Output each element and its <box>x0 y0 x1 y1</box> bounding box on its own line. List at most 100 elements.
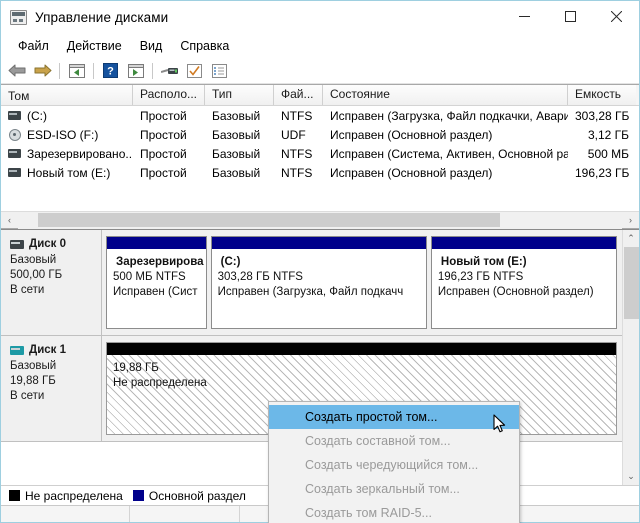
partition-block[interactable]: Зарезервирова 500 МБ NTFS Исправен (Сист <box>106 236 207 329</box>
legend-swatch-unallocated <box>9 490 20 501</box>
table-row[interactable]: Новый том (E:) Простой Базовый NTFS Испр… <box>1 163 639 182</box>
partition-size-fs: 19,88 ГБ <box>113 362 159 374</box>
volume-label: Новый том (E:) <box>27 165 111 180</box>
disk-icon <box>10 346 24 355</box>
capacity-cell: 303,28 ГБ <box>575 108 630 123</box>
vertical-scroll-thumb[interactable] <box>623 247 639 319</box>
volume-list-panel: Том Располо... Тип Фай... Состояние Емко… <box>1 84 639 229</box>
partition-status: Исправен (Основной раздел) <box>437 286 594 298</box>
disk-management-window: Управление дисками Файл Действие Вид Спр… <box>0 0 640 523</box>
volume-table-header: Том Располо... Тип Фай... Состояние Емко… <box>1 85 639 106</box>
menu-bar: Файл Действие Вид Справка <box>1 33 639 58</box>
close-button[interactable] <box>593 1 639 32</box>
disk-state: В сети <box>10 390 45 402</box>
legend-primary-partition: Основной раздел <box>132 489 246 503</box>
partition-status: Исправен (Загрузка, Файл подкачч <box>217 286 404 298</box>
disk-type: Базовый <box>10 360 57 372</box>
column-capacity[interactable]: Емкость <box>568 85 636 105</box>
drive-icon <box>8 168 21 177</box>
disk-type: Базовый <box>10 254 57 266</box>
rescan-disks-icon[interactable] <box>157 60 182 82</box>
partition-size-fs: 196,23 ГБ NTFS <box>437 271 524 283</box>
legend-label-unallocated: Не распределена <box>25 488 123 503</box>
column-type[interactable]: Тип <box>205 85 274 105</box>
status-cell: Исправен (Загрузка, Файл подкачки, Авари… <box>330 108 568 123</box>
column-filesystem[interactable]: Фай... <box>274 85 323 105</box>
disk-info-1[interactable]: Диск 1 Базовый 19,88 ГБ В сети <box>1 336 102 442</box>
maximize-button[interactable] <box>547 1 593 32</box>
menu-action[interactable]: Действие <box>58 36 131 56</box>
filesystem-cell: NTFS <box>281 108 313 123</box>
horizontal-scrollbar[interactable]: ‹ › <box>1 211 639 229</box>
layout-cell: Простой <box>140 165 187 180</box>
horizontal-scroll-track[interactable] <box>18 211 622 229</box>
menu-help[interactable]: Справка <box>171 36 238 56</box>
volume-cell: (C:) <box>1 109 133 123</box>
ctx-create-raid5-volume: Создать том RAID-5... <box>305 506 432 520</box>
toolbar: ? <box>1 58 639 84</box>
table-row[interactable]: (C:) Простой Базовый NTFS Исправен (Загр… <box>1 106 639 125</box>
volume-table-body: (C:) Простой Базовый NTFS Исправен (Загр… <box>1 106 639 211</box>
partition-size-fs: 303,28 ГБ NTFS <box>217 271 303 283</box>
scroll-up-arrow-icon[interactable]: ⌃ <box>623 230 640 247</box>
partition-status: Не распределена <box>113 377 207 389</box>
show-hide-tree-icon[interactable] <box>64 60 89 82</box>
vertical-scrollbar[interactable]: ⌃ ⌄ <box>622 230 639 485</box>
partition-info: Новый том (E:) 196,23 ГБ NTFS Исправен (… <box>432 249 616 328</box>
table-row[interactable]: ESD-ISO (F:) Простой Базовый UDF Исправе… <box>1 125 639 144</box>
column-layout[interactable]: Располо... <box>133 85 205 105</box>
type-cell: Базовый <box>212 127 261 142</box>
status-cell-1 <box>1 506 130 522</box>
partition-color-bar <box>107 237 206 249</box>
partition-name: Новый том (E:) <box>440 256 527 268</box>
back-arrow-icon[interactable] <box>5 60 30 82</box>
layout-cell: Простой <box>140 146 187 161</box>
menu-file[interactable]: Файл <box>9 36 58 56</box>
partition-name: Зарезервирова <box>116 256 204 268</box>
volume-label: ESD-ISO (F:) <box>27 127 99 142</box>
volume-cell: Зарезервировано... <box>1 147 133 161</box>
svg-text:?: ? <box>107 66 114 78</box>
table-row[interactable]: Зарезервировано... Простой Базовый NTFS … <box>1 144 639 163</box>
disk-partitions-0: Зарезервирова 500 МБ NTFS Исправен (Сист… <box>102 230 622 336</box>
properties-icon[interactable] <box>123 60 148 82</box>
context-menu: Создать простой том... Создать составной… <box>268 401 520 523</box>
status-cell-2 <box>130 506 240 522</box>
partition-status: Исправен (Сист <box>113 286 198 298</box>
layout-cell: Простой <box>140 108 187 123</box>
vertical-scroll-track[interactable] <box>623 247 640 468</box>
disk-state: В сети <box>10 284 45 296</box>
filesystem-cell: NTFS <box>281 146 313 161</box>
partition-color-bar <box>431 237 616 249</box>
drive-icon <box>8 149 21 158</box>
check-icon[interactable] <box>182 60 207 82</box>
partition-block[interactable]: (C:) 303,28 ГБ NTFS Исправен (Загрузка, … <box>210 236 427 329</box>
partition-info: (C:) 303,28 ГБ NTFS Исправен (Загрузка, … <box>212 249 426 328</box>
disk-info-0[interactable]: Диск 0 Базовый 500,00 ГБ В сети <box>1 230 102 336</box>
scroll-down-arrow-icon[interactable]: ⌄ <box>623 468 640 485</box>
type-cell: Базовый <box>212 165 261 180</box>
volume-label: Зарезервировано... <box>27 146 133 161</box>
ctx-create-simple-volume[interactable]: Создать простой том... <box>269 405 519 429</box>
status-cell: Исправен (Основной раздел) <box>330 165 493 180</box>
scroll-right-arrow-icon[interactable]: › <box>622 212 639 229</box>
disk-title-0: Диск 0 <box>10 237 101 252</box>
capacity-cell: 196,23 ГБ <box>575 165 630 180</box>
horizontal-scroll-thumb[interactable] <box>38 212 500 227</box>
window-controls <box>501 1 639 33</box>
disk-size: 19,88 ГБ <box>10 375 56 387</box>
menu-view[interactable]: Вид <box>131 36 172 56</box>
disk-icon <box>10 240 24 249</box>
drive-icon <box>8 111 21 120</box>
help-icon[interactable]: ? <box>98 60 123 82</box>
minimize-button[interactable] <box>501 1 547 32</box>
toolbar-separator-2 <box>93 62 94 79</box>
window-title: Управление дисками <box>35 9 169 25</box>
forward-arrow-icon[interactable] <box>30 60 55 82</box>
list-icon[interactable] <box>207 60 232 82</box>
column-volume[interactable]: Том <box>1 85 133 105</box>
scroll-left-arrow-icon[interactable]: ‹ <box>1 212 18 229</box>
column-status[interactable]: Состояние <box>323 85 568 105</box>
disk-size: 500,00 ГБ <box>10 269 63 281</box>
partition-block[interactable]: Новый том (E:) 196,23 ГБ NTFS Исправен (… <box>430 236 617 329</box>
